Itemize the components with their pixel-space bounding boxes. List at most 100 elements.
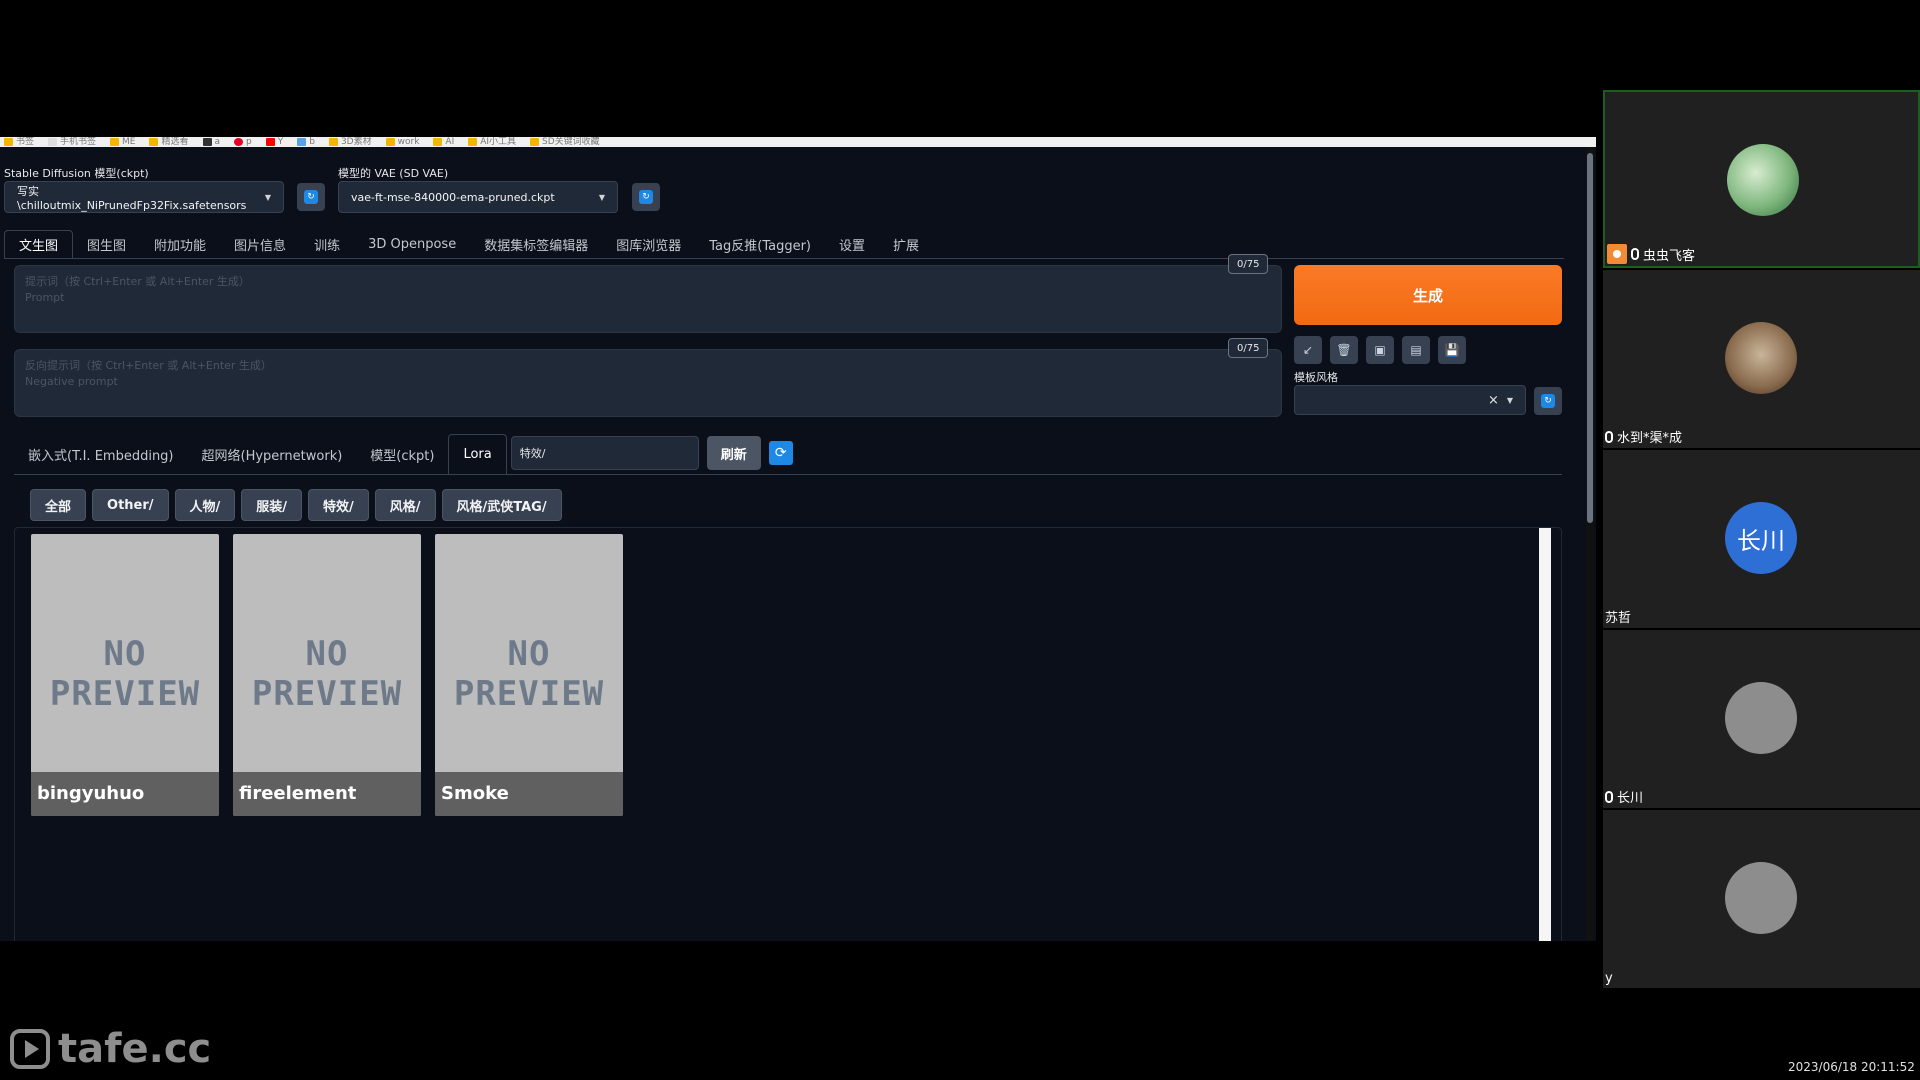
lora-card[interactable]: NO PREVIEW Smoke <box>435 534 623 816</box>
lora-card-name: Smoke <box>435 772 623 816</box>
tab-openpose[interactable]: 3D Openpose <box>354 230 470 258</box>
participant-tile[interactable]: 水到*渠*成 <box>1603 270 1920 448</box>
extra-networks-button[interactable]: ▣ <box>1366 336 1394 364</box>
folder-icon <box>328 138 338 146</box>
filter-effects-button[interactable]: 特效/ <box>308 489 369 521</box>
tab-png-info[interactable]: 图片信息 <box>220 230 300 258</box>
tab-train[interactable]: 训练 <box>300 230 354 258</box>
model-select[interactable]: 写实\chilloutmix_NiPrunedFp32Fix.safetenso… <box>4 181 284 213</box>
tab-extensions[interactable]: 扩展 <box>879 230 933 258</box>
refresh-button[interactable]: 刷新 <box>706 436 761 470</box>
refresh-styles-button[interactable]: ↻ <box>1534 387 1562 415</box>
styles-label: 模板风格 <box>1294 371 1338 384</box>
save-style-button[interactable]: 💾 <box>1438 336 1466 364</box>
prompt-textarea[interactable]: 提示词（按 Ctrl+Enter 或 Alt+Enter 生成） Prompt <box>14 265 1282 333</box>
main-tabs: 文生图 图生图 附加功能 图片信息 训练 3D Openpose 数据集标签编辑… <box>4 229 1564 259</box>
folder-icon <box>48 138 58 146</box>
cards-scrollbar[interactable] <box>1539 528 1551 941</box>
lora-card-name: bingyuhuo <box>31 772 219 816</box>
participant-tile[interactable]: 虫虫飞客 <box>1603 90 1920 268</box>
bookmark-item[interactable]: 书签 <box>4 137 34 147</box>
tab-textual-inversion[interactable]: 嵌入式(T.I. Embedding) <box>14 434 188 474</box>
avatar: 长川 <box>1725 502 1797 574</box>
negative-prompt-textarea[interactable]: 反向提示词（按 Ctrl+Enter 或 Alt+Enter 生成） Negat… <box>14 349 1282 417</box>
tab-txt2img[interactable]: 文生图 <box>4 230 74 258</box>
bookmark-item[interactable]: p <box>234 137 252 147</box>
avatar <box>1725 682 1797 754</box>
participant-name-tag: 虫虫飞客 <box>1607 244 1695 264</box>
filter-other-button[interactable]: Other/ <box>92 489 169 521</box>
clear-prompt-button[interactable]: 🗑 <box>1330 336 1358 364</box>
folder-icon <box>468 138 478 146</box>
participant-name-tag: y <box>1605 971 1613 986</box>
lora-card-name: fireelement <box>233 772 421 816</box>
filter-clothing-button[interactable]: 服装/ <box>241 489 303 521</box>
participant-tile[interactable]: 长川 <box>1603 630 1920 808</box>
read-params-button[interactable]: ↙ <box>1294 336 1322 364</box>
prompt-token-counter: 0/75 <box>1228 254 1269 274</box>
lora-card[interactable]: NO PREVIEW fireelement <box>233 534 421 816</box>
filter-all-button[interactable]: 全部 <box>30 489 87 521</box>
chevron-down-icon: ▼ <box>264 192 271 202</box>
bookmark-item[interactable]: b <box>297 137 315 147</box>
bookmark-item[interactable]: 精选看 <box>149 137 189 147</box>
tab-img2img[interactable]: 图生图 <box>73 230 140 258</box>
folder-icon <box>149 138 159 146</box>
folder-icon <box>385 138 395 146</box>
refresh-icon: ↻ <box>304 190 318 204</box>
bookmark-item[interactable]: Y <box>265 137 283 147</box>
tab-image-browser[interactable]: 图库浏览器 <box>602 230 695 258</box>
participant-name-tag: 苏哲 <box>1605 611 1632 626</box>
vae-select[interactable]: vae-ft-mse-840000-ema-pruned.ckpt ▼ <box>338 181 618 213</box>
chevron-down-icon: ▼ <box>1506 395 1513 405</box>
vae-label: 模型的 VAE (SD VAE) <box>338 167 449 180</box>
vae-select-value: vae-ft-mse-840000-ema-pruned.ckpt <box>351 190 555 204</box>
tab-hypernetwork[interactable]: 超网络(Hypernetwork) <box>188 434 357 474</box>
bookmark-item[interactable]: SD关键词收藏 <box>530 137 600 147</box>
refresh-models-button[interactable]: ↻ <box>297 183 325 211</box>
host-icon <box>1607 244 1627 264</box>
participant-tile[interactable]: y <box>1603 810 1920 988</box>
tab-extras[interactable]: 附加功能 <box>140 230 220 258</box>
trash-icon: 🗑 <box>1336 343 1352 357</box>
refresh-icon[interactable]: ⟳ <box>768 441 793 465</box>
mic-icon <box>1631 248 1639 260</box>
page-scrollbar-thumb[interactable] <box>1587 153 1593 523</box>
avatar <box>1725 322 1797 394</box>
bookmark-item[interactable]: 手机书签 <box>48 137 96 147</box>
youtube-icon <box>265 138 275 146</box>
filter-people-button[interactable]: 人物/ <box>174 489 236 521</box>
bookmark-item[interactable]: work <box>385 137 419 147</box>
tab-settings[interactable]: 设置 <box>825 230 879 258</box>
bookmark-item[interactable]: AI小工具 <box>468 137 516 147</box>
clear-icon[interactable]: × <box>1488 393 1499 408</box>
bookmark-item[interactable]: 3D素材 <box>328 137 372 147</box>
styles-select[interactable]: × ▼ <box>1294 385 1526 415</box>
tab-lora[interactable]: Lora <box>448 434 507 474</box>
tab-checkpoints[interactable]: 模型(ckpt) <box>356 434 448 474</box>
bookmark-item[interactable]: AI <box>433 137 454 147</box>
clipboard-icon: ▤ <box>1410 343 1422 357</box>
page-scrollbar[interactable] <box>1586 147 1594 941</box>
apply-style-button[interactable]: ▤ <box>1402 336 1430 364</box>
bookmark-item[interactable]: a <box>202 137 220 147</box>
avatar <box>1725 862 1797 934</box>
webui-app: Stable Diffusion 模型(ckpt) 写实\chilloutmix… <box>0 147 1596 941</box>
participant-tile[interactable]: 长川 苏哲 <box>1603 450 1920 628</box>
browser-bookmarks-bar: 书签 手机书签 ME 精选看 a p Y b 3D素材 work AI AI小工… <box>0 137 1596 147</box>
filter-wuxia-style-button[interactable]: 风格/武侠TAG/ <box>441 489 562 521</box>
refresh-vae-button[interactable]: ↻ <box>632 183 660 211</box>
tab-tagger[interactable]: Tag反推(Tagger) <box>695 230 825 258</box>
participant-name-tag: 水到*渠*成 <box>1605 427 1682 446</box>
extra-networks-search-input[interactable]: 特效/ <box>510 436 699 470</box>
prompt-placeholder: 提示词（按 Ctrl+Enter 或 Alt+Enter 生成） <box>25 275 250 288</box>
chevron-down-icon: ▼ <box>598 192 605 202</box>
pinterest-icon <box>234 138 244 146</box>
refresh-icon: ↻ <box>1541 394 1555 408</box>
tab-dataset-tag-editor[interactable]: 数据集标签编辑器 <box>470 230 602 258</box>
generate-button[interactable]: 生成 <box>1294 265 1562 325</box>
bookmark-item[interactable]: ME <box>110 137 135 147</box>
lora-card[interactable]: NO PREVIEW bingyuhuo <box>31 534 219 816</box>
filter-style-button[interactable]: 风格/ <box>374 489 436 521</box>
model-select-value: 写实\chilloutmix_NiPrunedFp32Fix.safetenso… <box>17 184 247 212</box>
